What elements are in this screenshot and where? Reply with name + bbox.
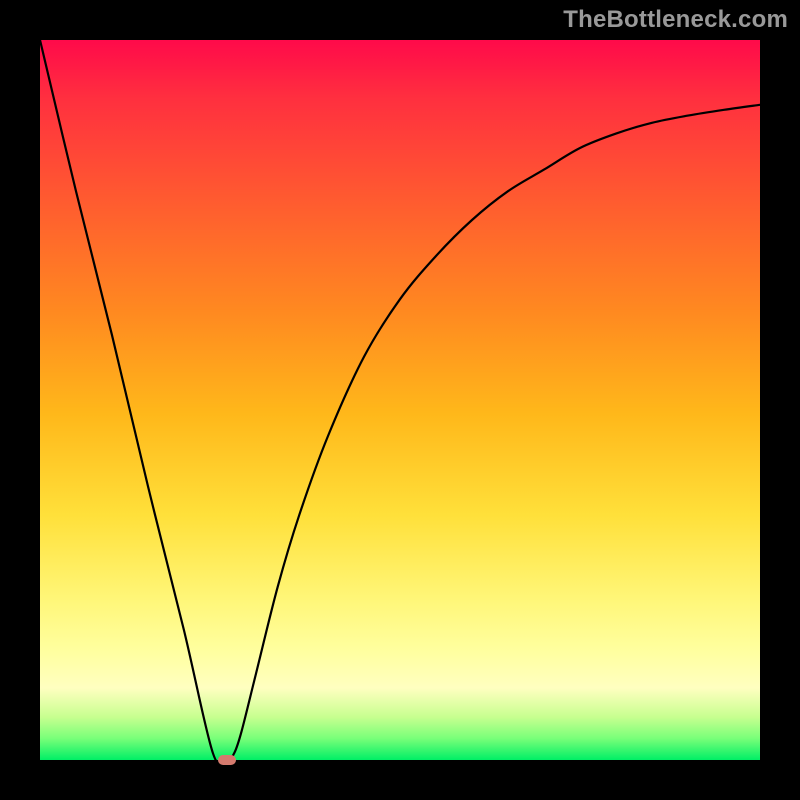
chart-frame: TheBottleneck.com <box>0 0 800 800</box>
min-marker <box>218 755 236 765</box>
plot-area <box>40 40 760 760</box>
curve-layer <box>40 40 760 760</box>
watermark-text: TheBottleneck.com <box>563 6 788 34</box>
bottleneck-curve <box>40 40 760 760</box>
